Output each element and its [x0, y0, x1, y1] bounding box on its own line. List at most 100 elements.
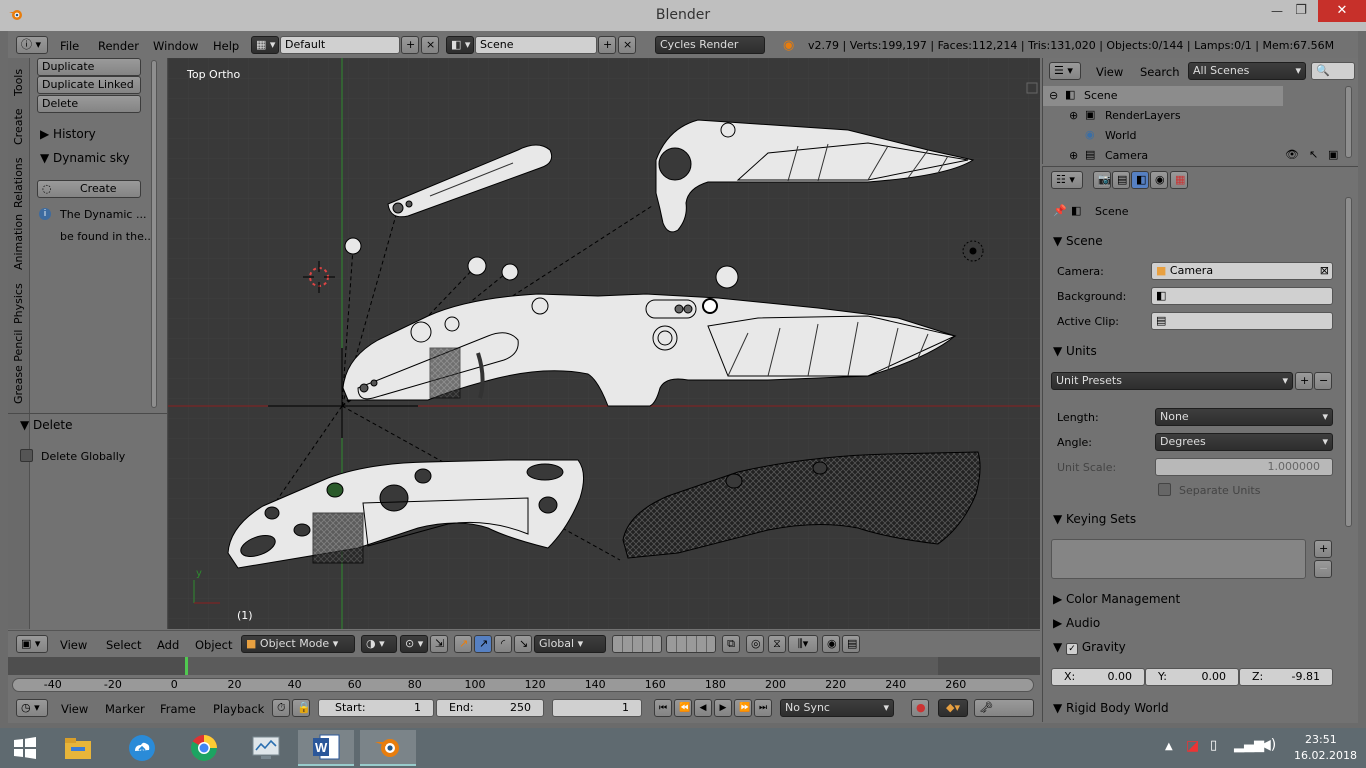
gravity-checkbox[interactable]: ✓: [1066, 643, 1079, 655]
lock-camera-icon[interactable]: ⧉: [722, 635, 740, 653]
translate-manipulator-icon[interactable]: ↗: [454, 635, 472, 653]
manipulator-toggle[interactable]: ⇲: [430, 635, 448, 653]
proportional-edit-icon[interactable]: ◎: [746, 635, 764, 653]
view-menu[interactable]: View: [60, 636, 87, 654]
layout-field[interactable]: Default: [280, 36, 400, 54]
timeline-strip[interactable]: [8, 657, 1040, 675]
outliner-filter-select[interactable]: All Scenes ▾: [1188, 62, 1306, 80]
unit-presets-select[interactable]: Unit Presets ▾: [1051, 372, 1293, 390]
gravity-z-field[interactable]: Z: -9.81: [1239, 668, 1333, 686]
keying-set-add-button[interactable]: +: [1314, 540, 1332, 558]
pivot-select[interactable]: ⊙ ▾: [400, 635, 428, 653]
world-tab-icon[interactable]: ◉: [1150, 171, 1168, 189]
unit-scale-field[interactable]: 1.000000: [1155, 458, 1333, 476]
playback-menu[interactable]: Playback: [213, 700, 264, 718]
tab-physics[interactable]: Physics: [12, 283, 25, 324]
timeline-view-menu[interactable]: View: [61, 700, 88, 718]
record-button[interactable]: ●: [911, 699, 929, 717]
playhead[interactable]: [185, 657, 188, 675]
start-button[interactable]: [0, 730, 50, 766]
history-panel-header[interactable]: ▶ History: [40, 127, 96, 141]
layers-group-2[interactable]: [666, 635, 716, 653]
gravity-y-field[interactable]: Y: 0.00: [1145, 668, 1239, 686]
tab-create[interactable]: Create: [12, 108, 25, 145]
tab-animation[interactable]: Animation: [12, 214, 25, 270]
object-menu[interactable]: Object: [195, 636, 232, 654]
rotate-manipulator-icon[interactable]: ↗: [474, 635, 492, 653]
render-still-icon[interactable]: ◉: [822, 635, 840, 653]
keying-sets-panel-header[interactable]: ▼ Keying Sets: [1053, 512, 1136, 526]
timeline-ruler[interactable]: -40 -20 0 20 40 60 80 100 120 140 160 180 200 220 240 2…: [8, 675, 1040, 695]
word-icon[interactable]: W: [298, 730, 354, 766]
extra-manipulator-icon[interactable]: ↘: [514, 635, 532, 653]
create-sky-button[interactable]: ◌ Create: [37, 180, 141, 198]
end-frame-field[interactable]: End: 250: [436, 699, 544, 717]
properties-editor-type[interactable]: ☷ ▾: [1051, 171, 1083, 189]
menu-file[interactable]: File: [60, 37, 79, 55]
camera-field[interactable]: ■ Camera ⊠: [1151, 262, 1333, 280]
selectable-cursor-icon[interactable]: ↖: [1309, 148, 1318, 161]
file-explorer-icon[interactable]: [50, 730, 106, 766]
visibility-eye-icon[interactable]: 👁: [1285, 148, 1299, 161]
mode-select[interactable]: ■ Object Mode ▾: [241, 635, 355, 653]
sync-select[interactable]: No Sync ▾: [780, 699, 894, 717]
orientation-select[interactable]: Global ▾: [534, 635, 606, 653]
blender-taskbar-icon[interactable]: [360, 730, 416, 766]
layers-group-1[interactable]: [612, 635, 662, 653]
operator-panel-header[interactable]: ▼ Delete: [20, 418, 72, 432]
keying-set-select[interactable]: ◆▾: [938, 699, 968, 717]
tab-tools[interactable]: Tools: [12, 69, 25, 96]
jump-keyframe-back-button[interactable]: ⏪: [674, 699, 692, 717]
outliner-search-menu[interactable]: Search: [1140, 63, 1180, 81]
system-monitor-icon[interactable]: [238, 730, 294, 766]
delete-globally-checkbox[interactable]: [20, 449, 33, 462]
tab-relations[interactable]: Relations: [12, 157, 25, 208]
cloud-upload-icon[interactable]: [114, 730, 170, 766]
render-layers-tab-icon[interactable]: ▤: [1112, 171, 1130, 189]
angle-select[interactable]: Degrees ▾: [1155, 433, 1333, 451]
chrome-icon[interactable]: [176, 730, 232, 766]
snap-toggle-icon[interactable]: ⧖: [768, 635, 786, 653]
rigid-body-panel-header[interactable]: ▼ Rigid Body World: [1053, 701, 1169, 715]
units-panel-header[interactable]: ▼ Units: [1053, 344, 1097, 358]
outliner-scrollbar[interactable]: [1345, 86, 1352, 158]
editor-type-button[interactable]: ⓘ ▾: [16, 36, 48, 54]
render-tab-icon[interactable]: 📷: [1093, 171, 1111, 189]
select-menu[interactable]: Select: [106, 636, 141, 654]
scene-icon-button[interactable]: ◧ ▾: [446, 36, 474, 54]
duplicate-button[interactable]: Duplicate: [37, 58, 141, 76]
renderable-camera-icon[interactable]: ▣: [1328, 148, 1338, 161]
background-field[interactable]: ◧: [1151, 287, 1333, 305]
unit-preset-remove-button[interactable]: −: [1314, 372, 1332, 390]
keyframe-insert-button[interactable]: 🗝: [974, 699, 1034, 717]
preview-range-icon[interactable]: ⏱: [272, 699, 290, 717]
snap-element-icon[interactable]: ⫼▾: [788, 635, 818, 653]
gravity-x-field[interactable]: X: 0.00: [1051, 668, 1145, 686]
scene-remove-button[interactable]: ×: [618, 36, 636, 54]
current-frame-field[interactable]: 1: [552, 699, 642, 717]
clock-date[interactable]: 16.02.2018: [1294, 749, 1357, 762]
unit-preset-add-button[interactable]: +: [1295, 372, 1313, 390]
outliner-editor-type[interactable]: ☰ ▾: [1049, 62, 1081, 80]
frame-menu[interactable]: Frame: [160, 700, 196, 718]
gravity-panel-header[interactable]: ▼ ✓ Gravity: [1053, 640, 1126, 655]
outliner-item-world[interactable]: World: [1105, 129, 1137, 142]
start-frame-field[interactable]: Start: 1: [318, 699, 434, 717]
delete-button[interactable]: Delete: [37, 95, 141, 113]
jump-end-button[interactable]: ⏭: [754, 699, 772, 717]
play-button[interactable]: ▶: [714, 699, 732, 717]
lock-range-icon[interactable]: 🔒: [292, 699, 310, 717]
keying-set-remove-button[interactable]: −: [1314, 560, 1332, 578]
length-select[interactable]: None ▾: [1155, 408, 1333, 426]
layout-add-button[interactable]: +: [401, 36, 419, 54]
marker-menu[interactable]: Marker: [105, 700, 145, 718]
duplicate-linked-button[interactable]: Duplicate Linked: [37, 76, 141, 94]
tray-power-icon[interactable]: ▯: [1210, 738, 1217, 753]
outliner-view-menu[interactable]: View: [1096, 63, 1123, 81]
close-button[interactable]: ✕: [1318, 0, 1366, 22]
layout-icon-button[interactable]: ▦ ▾: [251, 36, 279, 54]
tray-overflow-icon[interactable]: ▲: [1165, 741, 1173, 752]
expand-icon[interactable]: ⊕: [1069, 109, 1078, 122]
properties-scrollbar[interactable]: [1345, 197, 1352, 527]
layout-remove-button[interactable]: ×: [421, 36, 439, 54]
